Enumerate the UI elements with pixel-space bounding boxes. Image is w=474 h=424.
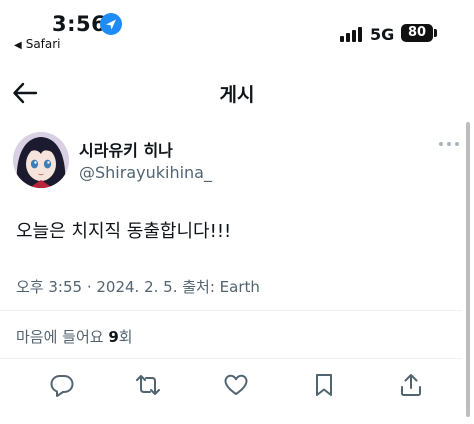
back-triangle-icon: ◀ [14, 40, 22, 51]
likes-suffix: 회 [118, 328, 133, 346]
post-meta: 오후 3:55 · 2024. 2. 5. 출처: Earth [16, 278, 260, 296]
reply-icon[interactable] [49, 372, 75, 398]
author-handle[interactable]: @Shirayukihina_ [79, 163, 212, 182]
battery-cap [434, 29, 437, 37]
scrollbar[interactable] [466, 122, 470, 417]
location-arrow-icon [100, 13, 122, 35]
likes-prefix: 마음에 들어요 [16, 328, 109, 346]
back-to-app[interactable]: ◀ Safari [14, 37, 61, 51]
likes-count[interactable]: 마음에 들어요 9회 [16, 326, 133, 347]
like-icon[interactable] [223, 372, 249, 398]
likes-number: 9 [108, 328, 119, 346]
back-app-label: Safari [25, 37, 61, 51]
back-arrow-icon[interactable] [12, 80, 38, 106]
avatar[interactable] [13, 132, 69, 188]
post-text: 오늘은 치지직 동출합니다!!! [16, 221, 232, 242]
author-display-name[interactable]: 시라유키 히나 [79, 137, 173, 161]
divider [0, 310, 462, 311]
battery-indicator: 80 [401, 24, 433, 42]
page-title: 게시 [219, 84, 255, 106]
share-icon[interactable] [398, 372, 424, 398]
more-options-icon[interactable] [437, 136, 461, 150]
cell-signal-icon [340, 24, 364, 42]
network-type: 5G [370, 25, 395, 44]
retweet-icon[interactable] [135, 372, 161, 398]
status-time: 3:56 [52, 12, 107, 36]
bookmark-icon[interactable] [311, 372, 337, 398]
divider [0, 358, 462, 359]
